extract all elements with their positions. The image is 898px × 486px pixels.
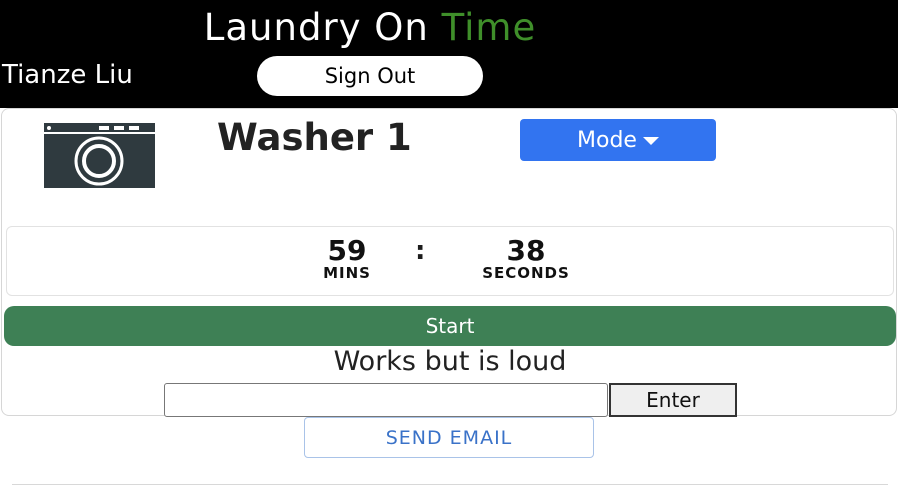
app-title: Laundry On Time	[0, 4, 740, 52]
enter-button[interactable]: Enter	[609, 383, 737, 417]
machine-card: Washer 1 Mode 59 MINS : 38 SECONDS Start…	[1, 108, 897, 417]
machine-name: Washer 1	[217, 116, 412, 159]
timer-seconds-label: SECONDS	[482, 264, 570, 282]
user-name: Tianze Liu	[2, 60, 133, 90]
washing-machine-icon	[44, 123, 155, 188]
send-email-button[interactable]: SEND EMAIL	[304, 417, 594, 458]
caret-down-icon	[642, 137, 659, 145]
app-title-main: Laundry On	[203, 6, 442, 49]
timer-separator: :	[415, 236, 426, 266]
timer-minutes-label: MINS	[323, 264, 371, 282]
sign-out-button[interactable]: Sign Out	[257, 56, 483, 96]
note-input[interactable]	[164, 383, 608, 417]
status-note: Works but is loud	[333, 346, 567, 377]
mode-dropdown-button[interactable]: Mode	[520, 119, 716, 161]
bottom-divider	[12, 484, 888, 485]
start-button[interactable]: Start	[4, 306, 896, 346]
app-title-accent: Time	[441, 6, 537, 49]
timer-minutes: 59	[327, 234, 367, 267]
countdown-timer: 59 MINS : 38 SECONDS	[6, 226, 894, 296]
timer-seconds: 38	[506, 234, 546, 267]
app-header: Laundry On Time Tianze Liu Sign Out	[0, 0, 898, 108]
mode-label: Mode	[577, 127, 637, 153]
